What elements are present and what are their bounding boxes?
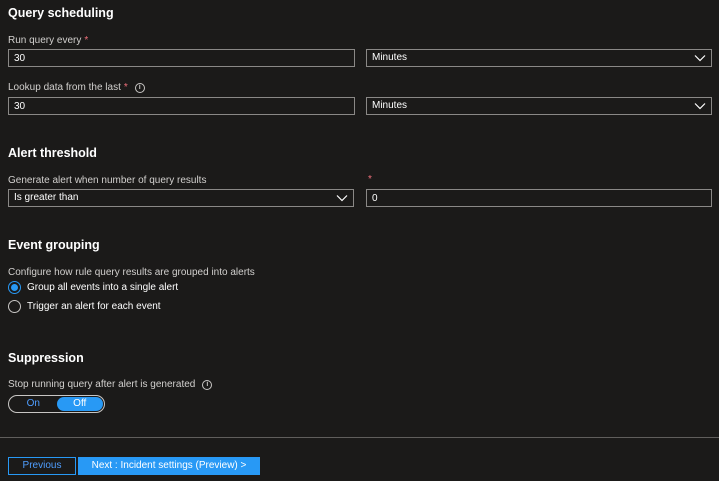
threshold-required-marker: * <box>368 174 372 185</box>
next-incident-settings-button[interactable]: Next : Incident settings (Preview) > <box>78 457 260 475</box>
footer-divider <box>0 437 719 438</box>
threshold-operator-value: Is greater than <box>14 192 79 203</box>
section-title-query-scheduling: Query scheduling <box>8 6 114 20</box>
chevron-down-icon <box>336 195 348 202</box>
chevron-down-icon <box>694 55 706 62</box>
lookup-data-label: Lookup data from the last * i <box>8 82 145 93</box>
section-title-suppression: Suppression <box>8 351 84 365</box>
radio-label: Trigger an alert for each event <box>27 301 161 312</box>
lookup-data-label-text: Lookup data from the last <box>8 82 121 93</box>
section-title-event-grouping: Event grouping <box>8 238 100 252</box>
suppression-label-text: Stop running query after alert is genera… <box>8 379 196 390</box>
required-marker: * <box>84 35 89 46</box>
toggle-on-option[interactable]: On <box>10 397 57 411</box>
run-query-every-unit-value: Minutes <box>372 52 408 63</box>
lookup-data-input[interactable] <box>8 97 355 115</box>
info-icon[interactable]: i <box>134 82 145 93</box>
radio-group-all-events[interactable]: Group all events into a single alert <box>8 281 178 294</box>
chevron-down-icon <box>694 103 706 110</box>
section-title-alert-threshold: Alert threshold <box>8 146 97 160</box>
run-query-every-input[interactable] <box>8 49 355 67</box>
run-query-every-label-text: Run query every <box>8 35 82 46</box>
suppression-label: Stop running query after alert is genera… <box>8 379 213 390</box>
threshold-label: Generate alert when number of query resu… <box>8 175 207 186</box>
toggle-off-option[interactable]: Off <box>56 397 103 411</box>
radio-trigger-each-event[interactable]: Trigger an alert for each event <box>8 300 161 313</box>
run-query-every-label: Run query every * <box>8 35 88 46</box>
radio-label: Group all events into a single alert <box>27 282 179 293</box>
radio-button-selected[interactable] <box>8 281 21 294</box>
info-icon[interactable]: i <box>202 379 213 390</box>
required-marker: * <box>123 82 128 93</box>
grouping-label: Configure how rule query results are gro… <box>8 267 255 278</box>
run-query-every-unit-select[interactable]: Minutes <box>366 49 712 67</box>
lookup-data-unit-select[interactable]: Minutes <box>366 97 712 115</box>
lookup-data-unit-value: Minutes <box>372 100 408 111</box>
threshold-operator-select[interactable]: Is greater than <box>8 189 354 207</box>
suppression-toggle[interactable]: On Off <box>8 395 105 413</box>
previous-button[interactable]: Previous <box>8 457 76 475</box>
radio-button[interactable] <box>8 300 21 313</box>
threshold-value-input[interactable] <box>366 189 712 207</box>
